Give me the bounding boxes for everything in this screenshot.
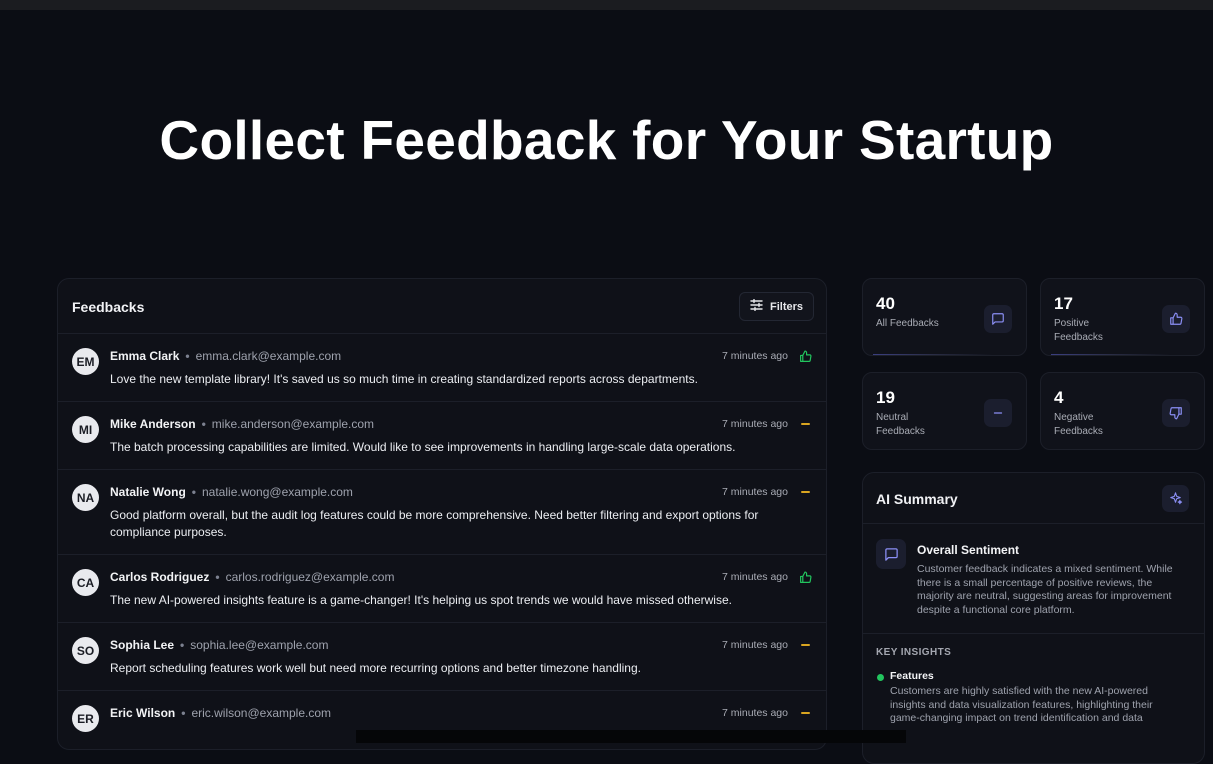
author-email: sophia.lee@example.com [190,638,329,652]
feedback-row[interactable]: CA Carlos Rodriguez • carlos.rodriguez@exa… [58,555,826,623]
top-bar [0,0,1213,10]
stat-label: All Feedbacks [876,318,939,329]
minus-icon [984,399,1012,427]
ai-summary-title: AI Summary [876,491,958,507]
author-name: Emma Clark [110,349,180,363]
author-name: Eric Wilson [110,706,176,720]
author-email: mike.anderson@example.com [211,417,375,431]
status-dot-icon [877,674,884,681]
timestamp: 7 minutes ago [722,707,788,719]
stat-label: Neutral Feedbacks [876,412,925,437]
feedback-message: The new AI-powered insights feature is a… [110,593,732,607]
hero-title: Collect Feedback for Your Startup [159,109,1054,171]
feedback-message: Good platform overall, but the audit log… [110,508,759,539]
avatar: ER [72,705,99,732]
overall-sentiment-text: Customer feedback indicates a mixed sent… [917,563,1173,616]
author-email: emma.clark@example.com [195,349,342,363]
avatar: NA [72,484,99,511]
key-insights-label: KEY INSIGHTS [876,647,952,658]
thumbs-down-icon [1162,399,1190,427]
stat-card-all: 40 All Feedbacks [862,278,1027,356]
stat-card-neutral: 19 Neutral Feedbacks [862,372,1027,450]
sparkles-icon[interactable] [1162,485,1189,512]
stat-card-negative: 4 Negative Feedbacks [1040,372,1205,450]
timestamp: 7 minutes ago [722,418,788,430]
author-name: Mike Anderson [110,417,196,431]
author-name: Carlos Rodriguez [110,570,210,584]
minus-icon [798,417,812,431]
timestamp: 7 minutes ago [722,350,788,362]
minus-icon [798,638,812,652]
stat-value: 17 [1054,294,1073,313]
author-email: eric.wilson@example.com [191,706,332,720]
overall-sentiment-title: Overall Sentiment [917,543,1020,557]
avatar: MI [72,416,99,443]
feedback-row[interactable]: NA Natalie Wong • natalie.wong@example.com… [58,470,826,555]
feedback-row[interactable]: EM Emma Clark • emma.clark@example.com 7 m… [58,334,826,402]
bottom-overlay [356,730,906,743]
author-email: natalie.wong@example.com [202,485,353,499]
feedback-message: Love the new template library! It's save… [110,372,698,386]
author-name: Natalie Wong [110,485,186,499]
stat-value: 19 [876,388,895,407]
stat-value: 4 [1054,388,1064,407]
avatar: EM [72,348,99,375]
minus-icon [798,485,812,499]
filters-label: Filters [769,300,803,313]
feedbacks-panel: Feedbacks Filters EM Emma Clark • emma.cla… [57,278,827,750]
avatar: CA [72,569,99,596]
thumbs-up-icon [1162,305,1190,333]
feedback-row[interactable]: MI Mike Anderson • mike.anderson@example.c… [58,402,826,470]
timestamp: 7 minutes ago [722,639,788,651]
insight-text: Customers are highly satisfied with the … [890,685,1153,724]
insight-title: Features [890,670,934,682]
stat-label: Positive Feedbacks [1054,318,1103,343]
timestamp: 7 minutes ago [722,571,788,583]
author-name: Sophia Lee [110,638,175,652]
stat-value: 40 [876,294,895,313]
feedback-message: Report scheduling features work well but… [110,661,641,675]
thumbs-up-icon [798,570,812,584]
timestamp: 7 minutes ago [722,486,788,498]
feedbacks-title: Feedbacks [72,299,145,315]
thumbs-up-icon [798,349,812,363]
feedback-row[interactable]: SO Sophia Lee • sophia.lee@example.com 7 m… [58,623,826,691]
avatar: SO [72,637,99,664]
ai-summary-panel: AI Summary Overall Sentiment Customer fe… [862,472,1205,764]
stat-card-positive: 17 Positive Feedbacks [1040,278,1205,356]
feedback-message: The batch processing capabilities are li… [110,440,736,454]
message-square-icon [984,305,1012,333]
filters-button[interactable]: Filters [738,292,814,321]
sliders-icon [750,298,763,314]
feedbacks-header: Feedbacks Filters [58,279,826,334]
author-email: carlos.rodriguez@example.com [225,570,395,584]
message-square-icon [876,539,906,569]
stat-label: Negative Feedbacks [1054,412,1103,437]
minus-icon [798,706,812,720]
